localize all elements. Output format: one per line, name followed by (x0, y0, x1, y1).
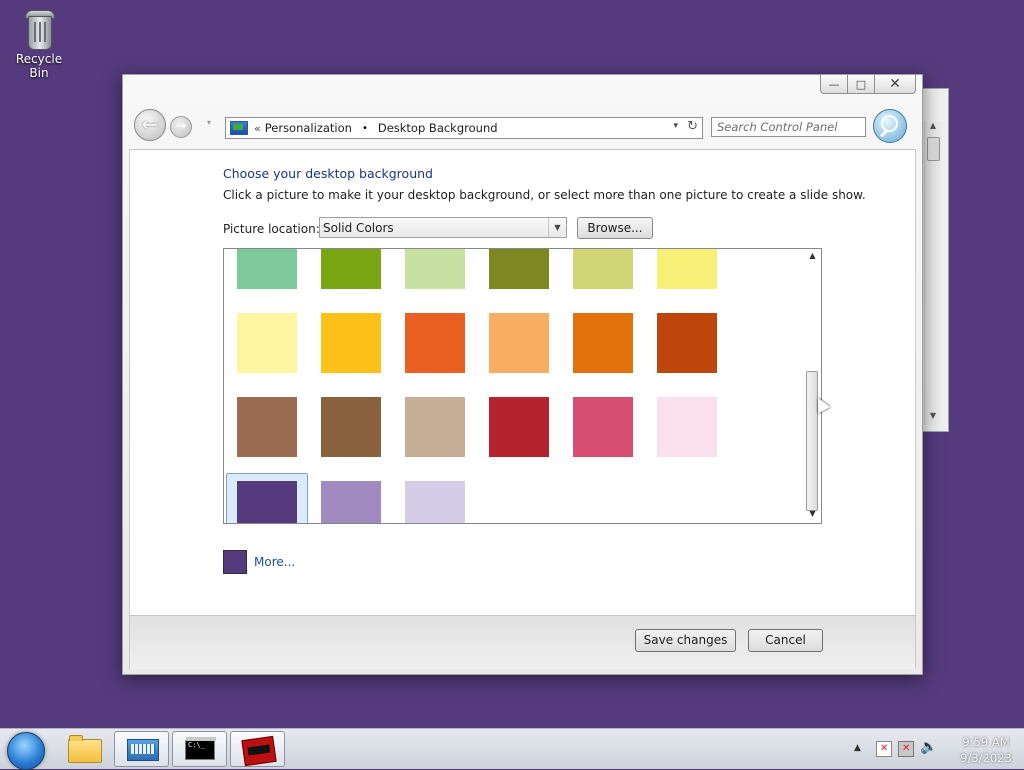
color-swatch[interactable] (489, 397, 549, 457)
desktop-background-window: — □ ✕ ← → ▾ « Personalization • Desktop … (122, 74, 923, 675)
breadcrumb-separator-icon[interactable]: • (362, 123, 368, 134)
picker-scrollbar[interactable]: ▲ ▼ (804, 249, 821, 523)
color-swatch[interactable] (657, 397, 717, 457)
color-picker-list[interactable]: ▲ ▼ (223, 248, 822, 524)
dialog-footer: Save changes Cancel (129, 615, 916, 669)
recycle-bin-shortcut[interactable]: Recycle Bin (8, 8, 70, 80)
maximize-button[interactable]: □ (848, 75, 875, 94)
system-tray: ▲ 🔈 9:59 AM 9/3/2023 (844, 729, 1024, 769)
color-swatch[interactable] (657, 313, 717, 373)
background-window-scrollbar[interactable]: ▲ ▼ (924, 121, 941, 425)
clock-date: 9/3/2023 (960, 751, 1012, 765)
clock-time: 9:59 AM (962, 735, 1010, 749)
color-swatch[interactable] (489, 249, 549, 289)
color-swatch[interactable] (237, 249, 297, 289)
color-swatch[interactable] (237, 313, 297, 373)
content-panel: Choose your desktop background Click a p… (129, 149, 916, 617)
navigation-bar: ← → ▾ « Personalization • Desktop Backgr… (133, 107, 913, 147)
action-center-icon[interactable] (876, 741, 892, 757)
address-chevron-icon[interactable]: « (254, 122, 261, 135)
color-swatch[interactable] (405, 397, 465, 457)
recent-pages-icon[interactable]: ▾ (207, 118, 211, 127)
search-input[interactable]: Search Control Panel (711, 117, 866, 137)
taskbar-on-screen-keyboard[interactable] (114, 731, 169, 767)
clock[interactable]: 9:59 AM 9/3/2023 (954, 734, 1018, 766)
address-dropdown-icon[interactable]: ▾ (673, 121, 678, 131)
recycle-bin-icon (24, 8, 55, 50)
control-panel-icon (230, 121, 248, 135)
search-button[interactable] (873, 109, 907, 143)
back-button[interactable]: ← (134, 109, 166, 141)
scroll-up-arrow-icon[interactable]: ▲ (925, 121, 941, 135)
chevron-down-icon[interactable]: ▼ (548, 218, 566, 237)
breadcrumb-desktop-background[interactable]: Desktop Background (378, 121, 498, 135)
show-hidden-icons-button[interactable]: ▲ (854, 743, 861, 753)
volume-icon[interactable]: 🔈 (920, 739, 937, 755)
more-colors-link[interactable]: More... (254, 555, 295, 569)
save-changes-button[interactable]: Save changes (635, 629, 736, 652)
color-swatch[interactable] (573, 397, 633, 457)
taskbar-file-explorer[interactable] (56, 731, 111, 767)
current-color-swatch[interactable] (223, 550, 247, 574)
address-bar[interactable]: « Personalization • Desktop Background ▾… (225, 117, 703, 139)
color-swatch[interactable] (321, 313, 381, 373)
minimize-button[interactable]: — (820, 75, 848, 94)
search-icon (881, 115, 898, 132)
keyboard-icon (127, 739, 159, 761)
color-swatch[interactable] (321, 249, 381, 289)
scroll-up-arrow-icon[interactable]: ▲ (804, 251, 821, 265)
picture-location-value: Solid Colors (323, 221, 394, 235)
color-swatch[interactable] (321, 481, 381, 523)
cancel-button[interactable]: Cancel (748, 629, 823, 652)
scroll-down-arrow-icon[interactable]: ▼ (925, 411, 941, 425)
scroll-thumb[interactable] (806, 371, 818, 511)
color-swatch[interactable] (573, 313, 633, 373)
browse-button[interactable]: Browse... (577, 217, 653, 239)
color-swatch[interactable] (657, 249, 717, 289)
color-swatch[interactable] (573, 249, 633, 289)
color-swatch[interactable] (405, 313, 465, 373)
close-button[interactable]: ✕ (875, 75, 916, 94)
taskbar: C:\_ ▲ 🔈 9:59 AM 9/3/2023 (0, 728, 1024, 770)
breadcrumb-personalization[interactable]: Personalization (265, 121, 352, 135)
color-swatch-selected[interactable] (237, 481, 297, 523)
recycle-bin-label: Recycle Bin (15, 52, 63, 80)
page-title: Choose your desktop background (223, 166, 433, 181)
color-swatch[interactable] (237, 397, 297, 457)
forward-button[interactable]: → (170, 116, 192, 138)
color-swatch[interactable] (321, 397, 381, 457)
taskbar-command-prompt[interactable]: C:\_ (172, 731, 227, 767)
caption-buttons: — □ ✕ (820, 75, 916, 94)
page-description: Click a picture to make it your desktop … (223, 188, 866, 202)
folder-icon (68, 735, 102, 763)
color-swatch[interactable] (405, 249, 465, 289)
scroll-down-arrow-icon[interactable]: ▼ (804, 509, 821, 523)
game-icon (241, 735, 277, 767)
network-icon[interactable] (898, 741, 914, 757)
color-swatch[interactable] (489, 313, 549, 373)
cmd-icon: C:\_ (185, 737, 216, 760)
picture-location-label: Picture location: (223, 222, 320, 236)
color-swatch[interactable] (405, 481, 465, 523)
picture-location-select[interactable]: Solid Colors ▼ (319, 217, 567, 238)
start-button[interactable] (7, 732, 45, 770)
taskbar-game-app[interactable] (230, 731, 285, 767)
scroll-thumb[interactable] (927, 137, 940, 161)
refresh-icon[interactable]: ↻ (687, 119, 698, 134)
